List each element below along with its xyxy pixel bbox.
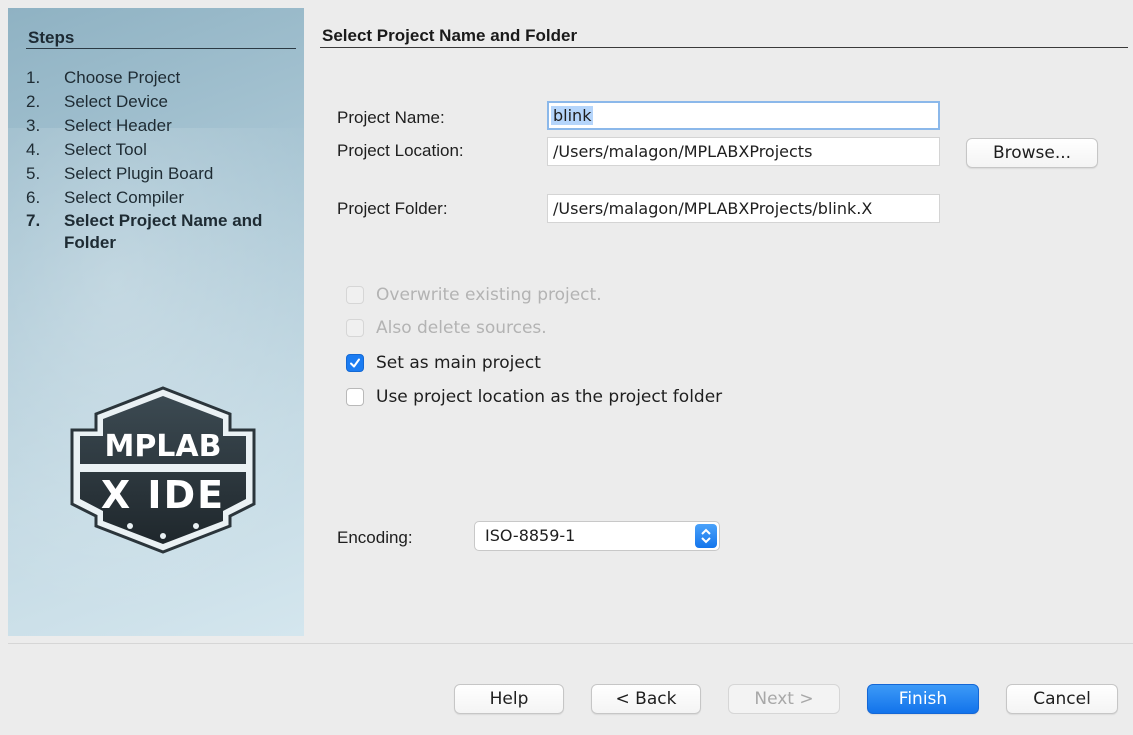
step-label: Select Tool — [64, 140, 147, 159]
step-label: Select Plugin Board — [64, 164, 214, 183]
checkmark-icon — [350, 358, 360, 368]
step-number: 1. — [26, 68, 41, 87]
encoding-label: Encoding: — [337, 528, 413, 547]
delete-sources-checkbox — [346, 319, 364, 337]
step-item-select-compiler: 6. Select Compiler — [26, 186, 296, 210]
set-main-project-checkbox-row[interactable]: Set as main project — [346, 352, 541, 374]
step-number: 7. — [26, 211, 41, 230]
step-number: 2. — [26, 92, 41, 111]
overwrite-existing-checkbox — [346, 286, 364, 304]
step-label: Select Compiler — [64, 188, 184, 207]
step-item-select-header: 3. Select Header — [26, 114, 296, 138]
step-item-select-plugin-board: 5. Select Plugin Board — [26, 162, 296, 186]
step-item-select-tool: 4. Select Tool — [26, 138, 296, 162]
set-main-project-checkbox[interactable] — [346, 354, 364, 372]
project-folder-field[interactable]: /Users/malagon/MPLABXProjects/blink.X — [547, 194, 940, 223]
page-title: Select Project Name and Folder — [322, 26, 578, 45]
cancel-button[interactable]: Cancel — [1006, 684, 1118, 714]
steps-title: Steps — [28, 28, 75, 47]
project-location-field[interactable]: /Users/malagon/MPLABXProjects — [547, 137, 940, 166]
project-name-value: blink — [551, 106, 594, 125]
overwrite-existing-label: Overwrite existing project. — [376, 285, 602, 305]
step-label: Select Device — [64, 92, 168, 111]
set-main-project-label: Set as main project — [376, 353, 541, 373]
delete-sources-label: Also delete sources. — [376, 318, 547, 338]
delete-sources-checkbox-row: Also delete sources. — [346, 317, 547, 339]
browse-button[interactable]: Browse... — [966, 138, 1098, 168]
title-divider — [320, 47, 1128, 48]
steps-panel: Steps 1. Choose Project 2. Select Device 3… — [8, 8, 304, 636]
logo-text-bottom: X IDE — [101, 473, 225, 517]
footer-divider — [8, 643, 1133, 644]
step-number: 5. — [26, 164, 41, 183]
step-number: 6. — [26, 188, 41, 207]
back-button[interactable]: < Back — [591, 684, 701, 714]
help-button[interactable]: Help — [454, 684, 564, 714]
step-item-select-project-name-current: 7. Select Project Name and Folder — [26, 210, 296, 254]
use-location-as-folder-checkbox[interactable] — [346, 388, 364, 406]
step-label: Select Header — [64, 116, 172, 135]
overwrite-existing-checkbox-row: Overwrite existing project. — [346, 284, 602, 306]
step-label: Choose Project — [64, 68, 181, 87]
next-button[interactable]: Next > — [728, 684, 840, 714]
use-location-as-folder-checkbox-row[interactable]: Use project location as the project fold… — [346, 386, 722, 408]
mplab-x-ide-logo: MPLAB X IDE — [70, 386, 256, 554]
project-folder-label: Project Folder: — [337, 199, 448, 218]
project-name-label: Project Name: — [337, 108, 445, 127]
steps-divider — [26, 48, 296, 49]
project-location-label: Project Location: — [337, 141, 464, 160]
use-location-as-folder-label: Use project location as the project fold… — [376, 387, 723, 407]
select-stepper-icon — [695, 524, 717, 548]
step-item-select-device: 2. Select Device — [26, 90, 296, 114]
encoding-select[interactable]: ISO-8859-1 — [474, 521, 720, 551]
step-item-choose-project: 1. Choose Project — [26, 66, 296, 90]
step-number: 3. — [26, 116, 41, 135]
steps-list: 1. Choose Project 2. Select Device 3. Selec… — [26, 66, 296, 254]
step-label: Select Project Name and Folder — [64, 211, 263, 252]
new-project-wizard: Steps 1. Choose Project 2. Select Device 3… — [0, 0, 1133, 735]
encoding-value: ISO-8859-1 — [485, 526, 576, 545]
project-name-field[interactable]: blink — [547, 101, 940, 130]
step-number: 4. — [26, 140, 41, 159]
logo-text-top: MPLAB — [104, 429, 221, 464]
finish-button[interactable]: Finish — [867, 684, 979, 714]
